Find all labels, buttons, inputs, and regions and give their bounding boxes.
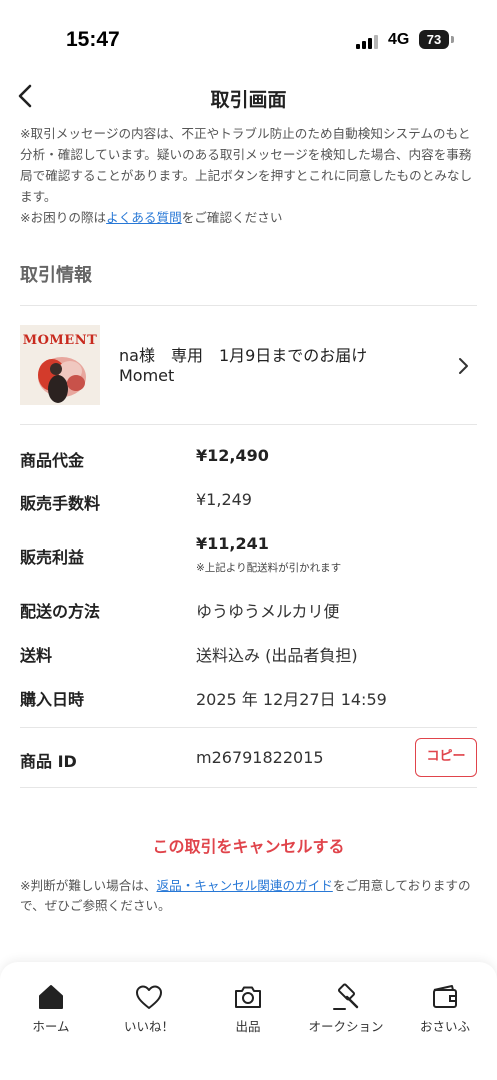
- chevron-right-icon: [459, 358, 468, 374]
- divider: [20, 787, 477, 788]
- shipping-fee-value: 送料込み (出品者負担): [196, 646, 358, 665]
- notice-line-2: ※お困りの際はよくある質問をご確認ください: [20, 207, 480, 228]
- network-type: 4G: [388, 31, 410, 48]
- home-icon: [39, 985, 63, 1009]
- return-guide-link[interactable]: 返品・キャンセル関連のガイド: [157, 878, 333, 893]
- footnote-prefix: ※判断が難しい場合は、: [20, 878, 157, 893]
- tab-auction-label: オークション: [308, 1019, 384, 1034]
- status-bar: 15:47 4G 73: [0, 0, 497, 80]
- item-id-label: 商品 ID: [20, 752, 77, 771]
- profit-note: ※上記より配送料が引かれます: [196, 562, 342, 574]
- footnote: ※判断が難しい場合は、返品・キャンセル関連のガイドをご用意しておりますので、ぜひ…: [20, 876, 480, 916]
- tab-likes[interactable]: いいね！: [104, 982, 194, 1042]
- tab-auction[interactable]: オークション: [301, 982, 391, 1042]
- item-id-value: m26791822015: [196, 748, 324, 767]
- tab-bar: ホーム いいね！ 出品 オークション おさいふ: [0, 962, 497, 1080]
- item-subtitle: Momet: [119, 366, 175, 385]
- price-label: 商品代金: [20, 451, 85, 470]
- purchase-date-value: 2025 年 12月27日 14:59: [196, 690, 387, 709]
- notice-suffix: をご確認ください: [181, 210, 283, 225]
- notice-text: ※取引メッセージの内容は、不正やトラブル防止のため自動検知システムのもと分析・確…: [20, 123, 480, 228]
- profit-value: ¥11,241: [196, 534, 269, 553]
- battery-tip: [451, 36, 454, 43]
- back-button[interactable]: [14, 80, 40, 114]
- shipping-fee-label: 送料: [20, 646, 53, 665]
- section-title: 取引情報: [20, 265, 92, 286]
- tab-sell[interactable]: 出品: [203, 982, 293, 1042]
- profit-label: 販売利益: [20, 548, 85, 567]
- tab-home-label: ホーム: [32, 1019, 70, 1034]
- thumbnail-text: MOMENT: [22, 333, 98, 348]
- divider: [20, 727, 477, 728]
- notice-line-1: ※取引メッセージの内容は、不正やトラブル防止のため自動検知システムのもと分析・確…: [20, 126, 473, 204]
- item-title: na様 専用 1月9日までのお届け: [119, 346, 368, 365]
- item-row[interactable]: MOMENT na様 専用 1月9日までのお届け Momet: [0, 306, 497, 424]
- status-time: 15:47: [66, 28, 120, 51]
- gavel-icon: [333, 983, 359, 1010]
- shipping-method-label: 配送の方法: [20, 602, 101, 621]
- tab-wallet-label: おさいふ: [419, 1019, 470, 1034]
- tab-likes-label: いいね！: [123, 1019, 174, 1034]
- heart-icon: [136, 985, 162, 1009]
- chevron-left-icon: [18, 84, 32, 108]
- battery-icon: 73: [419, 30, 449, 49]
- page-title: 取引画面: [210, 89, 287, 111]
- notice-prefix: ※お困りの際は: [20, 210, 107, 225]
- cancel-transaction-button[interactable]: この取引をキャンセルする: [0, 833, 497, 857]
- copy-button[interactable]: コピー: [415, 738, 477, 777]
- tab-home[interactable]: ホーム: [6, 982, 96, 1042]
- purchase-date-label: 購入日時: [20, 690, 85, 709]
- tab-sell-label: 出品: [235, 1019, 261, 1034]
- divider: [20, 424, 477, 425]
- wallet-icon: [433, 985, 457, 1008]
- fee-label: 販売手数料: [20, 494, 101, 513]
- faq-link[interactable]: よくある質問: [106, 210, 182, 225]
- header: 取引画面: [0, 80, 497, 122]
- camera-icon: [235, 986, 261, 1008]
- signal-icon: [356, 33, 380, 49]
- shipping-method-value: ゆうゆうメルカリ便: [196, 602, 340, 621]
- tab-wallet[interactable]: おさいふ: [400, 982, 490, 1042]
- item-thumbnail: MOMENT: [20, 325, 100, 405]
- fee-value: ¥1,249: [196, 490, 252, 509]
- price-value: ¥12,490: [196, 446, 269, 465]
